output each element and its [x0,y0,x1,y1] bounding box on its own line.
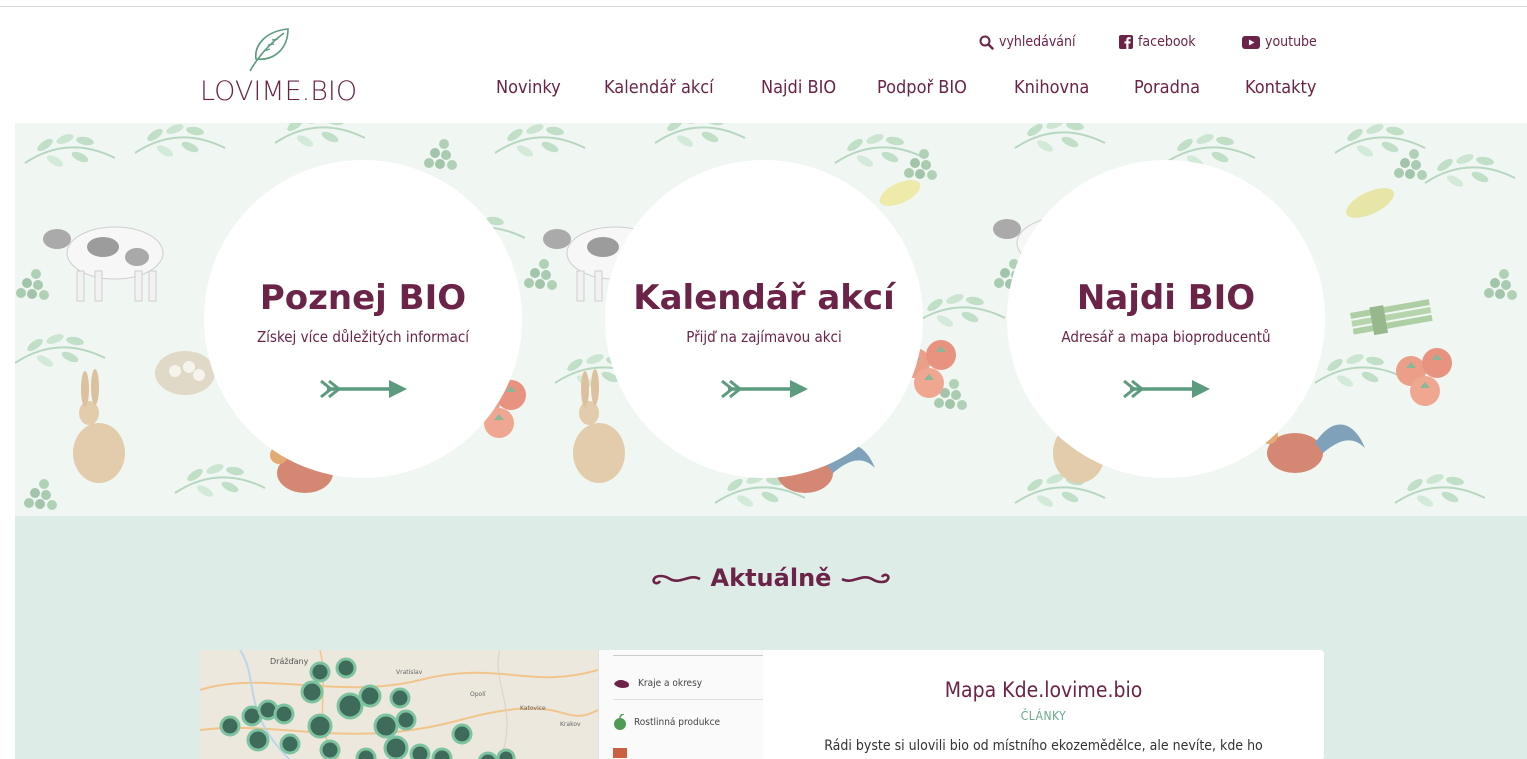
news-card-category[interactable]: ČLÁNKY [763,709,1324,723]
hero-card-najdi-bio[interactable]: Najdi BIO Adresář a mapa bioproducentů [1007,160,1325,478]
legend-item-label: Rostlinná produkce [634,716,721,728]
arrow-right-icon [1123,379,1210,399]
youtube-label: youtube [1265,34,1317,50]
arrow-right-icon [320,379,407,399]
news-card[interactable]: Drážďany Vratislav Opolí Katovice Krakov… [200,650,1324,759]
hero-card-subtitle: Adresář a mapa bioproducentů [1061,328,1271,346]
hero-banner: Poznej BIO Získej více důležitých inform… [15,123,1527,516]
news-section: Aktuálně Drážďany Vratislav Opolí Katovi… [15,516,1527,759]
leaf-icon [249,28,289,72]
news-card-description: Rádi byste si ulovili bio od místního ek… [824,738,1263,754]
legend-item-partial [613,748,763,758]
map-label: Vratislav [396,669,423,676]
news-card-title[interactable]: Mapa Kde.lovime.bio [763,678,1324,702]
section-heading: Aktuálně [15,564,1527,592]
youtube-link[interactable]: youtube [1242,34,1317,50]
animal-icon [613,748,627,758]
hero-card-title: Kalendář akcí [633,278,895,318]
facebook-icon [1119,35,1133,49]
region-icon [614,679,629,688]
map-label: Krakov [560,721,581,728]
arrow-right-icon [721,379,808,399]
hero-card-kalendar-akci[interactable]: Kalendář akcí Přijď na zajímavou akci [605,160,923,478]
youtube-icon [1242,35,1260,49]
legend-item-label: Kraje a okresy [638,678,703,689]
apple-icon [614,714,626,730]
map-illustration: Drážďany Vratislav Opolí Katovice Krakov [200,650,598,759]
hero-card-title: Poznej BIO [259,278,467,318]
nav-najdi-bio[interactable]: Najdi BIO [761,77,836,98]
map-label: Opolí [470,691,486,698]
map-label: Katovice [520,705,546,712]
facebook-label: facebook [1138,34,1196,50]
nav-knihovna[interactable]: Knihovna [1014,77,1089,98]
hero-card-subtitle: Přijď na zajímavou akci [686,328,842,346]
logo-text: LOVIME.BIO [200,76,358,107]
site-header: LOVIME.BIO vyhledávání facebook youtube … [0,7,1527,123]
legend-heading [613,650,763,656]
site-logo[interactable]: LOVIME.BIO [200,27,380,111]
nav-novinky[interactable]: Novinky [496,77,561,98]
nav-kontakty[interactable]: Kontakty [1245,77,1316,98]
legend-item-rostlinna: Rostlinná produkce [613,714,763,730]
swirl-left-icon [652,574,701,585]
map-label: Drážďany [270,657,309,666]
map-legend-panel: Kraje a okresy Rostlinná produkce [598,650,763,759]
nav-kalendar-akci[interactable]: Kalendář akcí [604,77,714,98]
search-label: vyhledávání [999,34,1076,50]
swirl-right-icon [841,573,890,584]
search-link[interactable]: vyhledávání [979,34,1076,50]
facebook-link[interactable]: facebook [1119,34,1196,50]
nav-poradna[interactable]: Poradna [1134,77,1200,98]
hero-card-title: Najdi BIO [1076,278,1256,318]
hero-card-poznej-bio[interactable]: Poznej BIO Získej více důležitých inform… [204,160,522,478]
nav-podpor-bio[interactable]: Podpoř BIO [877,77,967,98]
map-thumbnail: Drážďany Vratislav Opolí Katovice Krakov [200,650,598,759]
section-heading-text: Aktuálně [710,564,832,592]
legend-item-kraje: Kraje a okresy [613,678,763,700]
search-icon [979,35,994,50]
hero-card-subtitle: Získej více důležitých informací [256,328,470,346]
